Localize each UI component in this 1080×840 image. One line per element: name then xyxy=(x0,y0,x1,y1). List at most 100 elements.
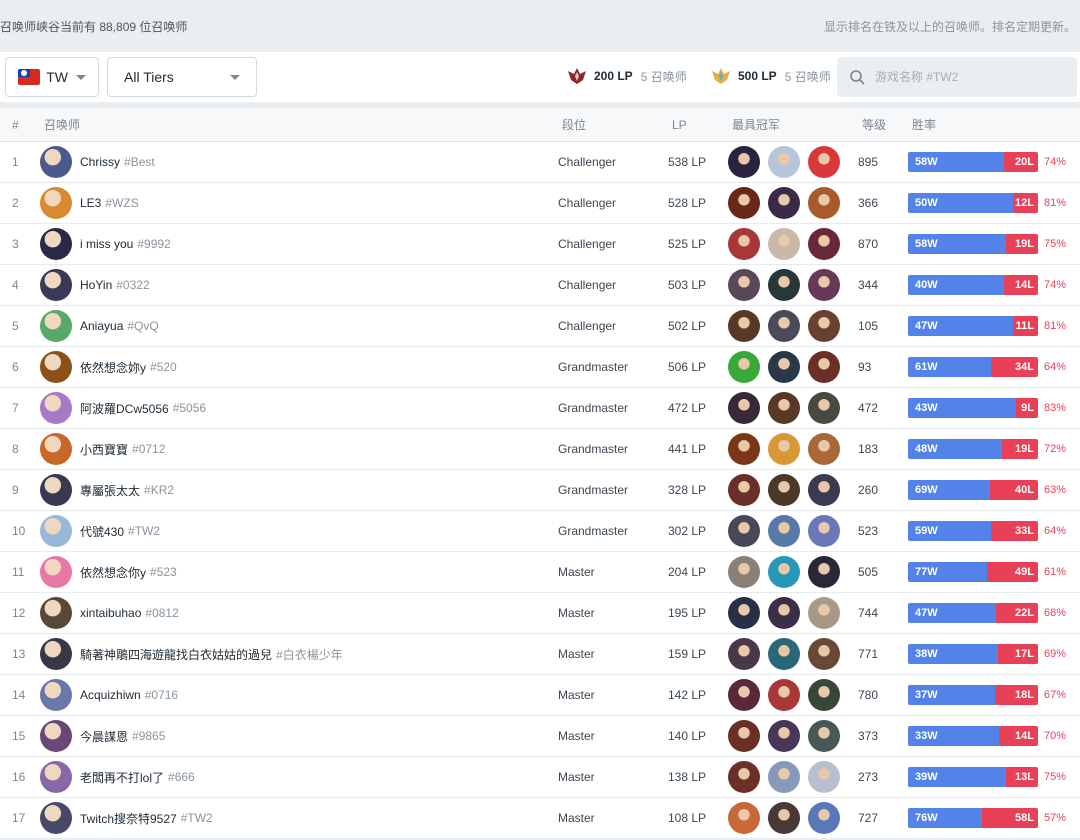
summoner-name[interactable]: 騎著神鵰四海遊龍找白衣姑姑的過兒 xyxy=(80,646,272,663)
search-input[interactable] xyxy=(875,70,1055,84)
summoner-name[interactable]: LE3 xyxy=(80,196,101,210)
champion-icon[interactable] xyxy=(728,720,760,752)
summoner-cell[interactable]: Acquizhiwn #0716 xyxy=(40,679,178,711)
champion-icon[interactable] xyxy=(728,269,760,301)
summoner-name[interactable]: 專屬張太太 xyxy=(80,482,140,499)
champion-icon[interactable] xyxy=(728,228,760,260)
champion-icon[interactable] xyxy=(768,228,800,260)
summoner-cell[interactable]: 依然想念妳y #520 xyxy=(40,351,177,383)
champion-icon[interactable] xyxy=(808,556,840,588)
champion-icon[interactable] xyxy=(728,433,760,465)
champion-icon[interactable] xyxy=(728,474,760,506)
table-row[interactable]: 10 代號430 #TW2 Grandmaster 302 LP 523 59W 33L 64% xyxy=(0,511,1080,552)
avatar[interactable] xyxy=(40,228,72,260)
summoner-cell[interactable]: Twitch搜奈特9527 #TW2 xyxy=(40,802,213,834)
champion-icon[interactable] xyxy=(728,679,760,711)
table-row[interactable]: 15 今晨謀恩 #9865 Master 140 LP 373 33W 14L 70% xyxy=(0,716,1080,757)
champion-icon[interactable] xyxy=(768,761,800,793)
summoner-cell[interactable]: 騎著神鵰四海遊龍找白衣姑姑的過兒 #白衣楊少年 xyxy=(40,638,343,670)
table-row[interactable]: 13 騎著神鵰四海遊龍找白衣姑姑的過兒 #白衣楊少年 Master 159 LP 771 3… xyxy=(0,634,1080,675)
summoner-name[interactable]: 老闆再不打lol了 xyxy=(80,769,164,786)
avatar[interactable] xyxy=(40,392,72,424)
summoner-name[interactable]: 阿波羅DCw5056 xyxy=(80,400,169,417)
champion-icon[interactable] xyxy=(808,720,840,752)
champion-icon[interactable] xyxy=(768,720,800,752)
avatar[interactable] xyxy=(40,269,72,301)
summoner-cell[interactable]: xintaibuhao #0812 xyxy=(40,597,179,629)
champion-icon[interactable] xyxy=(728,310,760,342)
champion-icon[interactable] xyxy=(768,269,800,301)
summoner-name[interactable]: i miss you xyxy=(80,237,133,251)
table-row[interactable]: 17 Twitch搜奈特9527 #TW2 Master 108 LP 727 76W 58L… xyxy=(0,798,1080,839)
summoner-name[interactable]: Aniayua xyxy=(80,319,123,333)
avatar[interactable] xyxy=(40,556,72,588)
summoner-name[interactable]: 依然想念妳y xyxy=(80,359,146,376)
champion-icon[interactable] xyxy=(808,679,840,711)
champion-icon[interactable] xyxy=(728,351,760,383)
table-row[interactable]: 7 阿波羅DCw5056 #5056 Grandmaster 472 LP 472 43W 9… xyxy=(0,388,1080,429)
summoner-name[interactable]: 依然想念你y xyxy=(80,564,146,581)
table-row[interactable]: 12 xintaibuhao #0812 Master 195 LP 744 47W 22L 6… xyxy=(0,593,1080,634)
champion-icon[interactable] xyxy=(808,515,840,547)
champion-icon[interactable] xyxy=(768,310,800,342)
table-row[interactable]: 11 依然想念你y #523 Master 204 LP 505 77W 49L 61% xyxy=(0,552,1080,593)
summoner-name[interactable]: 代號430 xyxy=(80,523,124,540)
avatar[interactable] xyxy=(40,761,72,793)
summoner-name[interactable]: HoYin xyxy=(80,278,112,292)
champion-icon[interactable] xyxy=(768,515,800,547)
avatar[interactable] xyxy=(40,310,72,342)
summoner-cell[interactable]: 依然想念你y #523 xyxy=(40,556,177,588)
summoner-cell[interactable]: 代號430 #TW2 xyxy=(40,515,160,547)
table-row[interactable]: 16 老闆再不打lol了 #666 Master 138 LP 273 39W 13L 75% xyxy=(0,757,1080,798)
champion-icon[interactable] xyxy=(808,392,840,424)
avatar[interactable] xyxy=(40,638,72,670)
region-select[interactable]: TW xyxy=(5,57,99,97)
summoner-name[interactable]: xintaibuhao xyxy=(80,606,141,620)
champion-icon[interactable] xyxy=(768,597,800,629)
summoner-cell[interactable]: 專屬張太太 #KR2 xyxy=(40,474,174,506)
champion-icon[interactable] xyxy=(768,433,800,465)
table-row[interactable]: 8 小西寶寶 #0712 Grandmaster 441 LP 183 48W 19L 72% xyxy=(0,429,1080,470)
champion-icon[interactable] xyxy=(728,146,760,178)
summoner-cell[interactable]: i miss you #9992 xyxy=(40,228,171,260)
champion-icon[interactable] xyxy=(808,310,840,342)
champion-icon[interactable] xyxy=(808,228,840,260)
table-row[interactable]: 5 Aniayua #QvQ Challenger 502 LP 105 47W 11L 81% xyxy=(0,306,1080,347)
avatar[interactable] xyxy=(40,146,72,178)
summoner-name[interactable]: 今晨謀恩 xyxy=(80,728,128,745)
champion-icon[interactable] xyxy=(728,638,760,670)
avatar[interactable] xyxy=(40,474,72,506)
summoner-cell[interactable]: LE3 #WZS xyxy=(40,187,139,219)
summoner-name[interactable]: Twitch搜奈特9527 xyxy=(80,810,177,827)
summoner-name[interactable]: Chrissy xyxy=(80,155,120,169)
champion-icon[interactable] xyxy=(768,351,800,383)
summoner-cell[interactable]: 阿波羅DCw5056 #5056 xyxy=(40,392,206,424)
table-row[interactable]: 1 Chrissy #Best Challenger 538 LP 895 58W 20L 74… xyxy=(0,142,1080,183)
champion-icon[interactable] xyxy=(808,802,840,834)
champion-icon[interactable] xyxy=(768,187,800,219)
champion-icon[interactable] xyxy=(728,187,760,219)
champion-icon[interactable] xyxy=(768,638,800,670)
champion-icon[interactable] xyxy=(768,556,800,588)
champion-icon[interactable] xyxy=(808,597,840,629)
avatar[interactable] xyxy=(40,802,72,834)
summoner-cell[interactable]: 今晨謀恩 #9865 xyxy=(40,720,165,752)
summoner-cell[interactable]: Chrissy #Best xyxy=(40,146,155,178)
summoner-name[interactable]: 小西寶寶 xyxy=(80,441,128,458)
champion-icon[interactable] xyxy=(768,679,800,711)
champion-icon[interactable] xyxy=(808,761,840,793)
champion-icon[interactable] xyxy=(808,351,840,383)
champion-icon[interactable] xyxy=(768,392,800,424)
champion-icon[interactable] xyxy=(808,269,840,301)
champion-icon[interactable] xyxy=(728,556,760,588)
summoner-cell[interactable]: Aniayua #QvQ xyxy=(40,310,159,342)
table-row[interactable]: 2 LE3 #WZS Challenger 528 LP 366 50W 12L 81% xyxy=(0,183,1080,224)
summoner-cell[interactable]: HoYin #0322 xyxy=(40,269,150,301)
champion-icon[interactable] xyxy=(728,597,760,629)
search-box[interactable] xyxy=(837,57,1077,97)
champion-icon[interactable] xyxy=(808,146,840,178)
champion-icon[interactable] xyxy=(808,638,840,670)
table-row[interactable]: 4 HoYin #0322 Challenger 503 LP 344 40W 14L 74% xyxy=(0,265,1080,306)
avatar[interactable] xyxy=(40,187,72,219)
summoner-cell[interactable]: 小西寶寶 #0712 xyxy=(40,433,165,465)
